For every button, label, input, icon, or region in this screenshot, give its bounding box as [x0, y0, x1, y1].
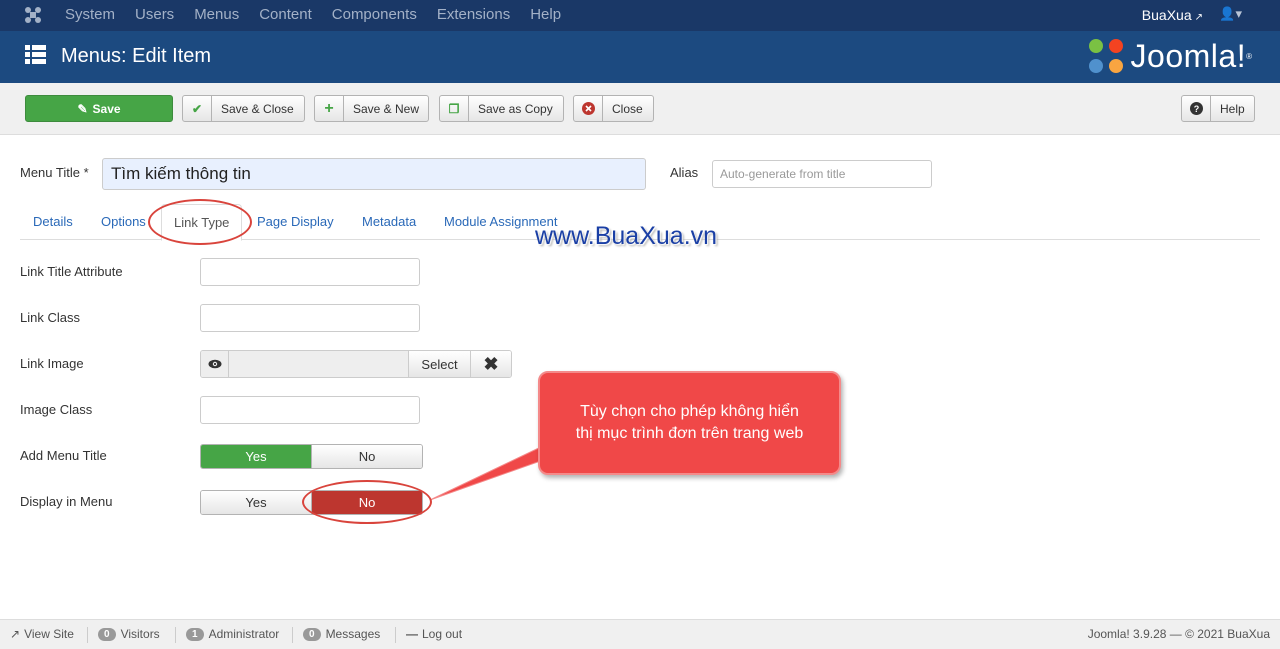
- add-menu-title-no[interactable]: No: [311, 445, 422, 468]
- visitors-item[interactable]: 0 Visitors: [98, 627, 160, 641]
- callout-line-2: thị mục trình đơn trên trang web: [575, 425, 804, 442]
- alias-input[interactable]: Auto-generate from title: [712, 160, 932, 188]
- divider: [395, 627, 396, 643]
- external-link-icon: ↗: [1194, 12, 1203, 23]
- highlight-ring-tab: [148, 199, 252, 245]
- logout-link[interactable]: — Log out: [406, 627, 462, 641]
- callout-box: Tùy chọn cho phép không hiển thị mục trì…: [538, 371, 841, 475]
- menu-menus[interactable]: Menus: [194, 6, 239, 23]
- top-menu: System Users Menus Content Components Ex…: [65, 6, 581, 23]
- save-close-label: Save & Close: [221, 101, 294, 116]
- svg-text:?: ?: [1193, 104, 1199, 114]
- tab-page-display[interactable]: Page Display: [257, 214, 334, 229]
- site-name: BuaXua: [1141, 7, 1192, 23]
- link-class-label: Link Class: [20, 310, 80, 325]
- eye-icon[interactable]: [201, 351, 229, 377]
- joomla-brand: Joomla! ®: [1087, 37, 1252, 75]
- messages-label: Messages: [325, 627, 381, 641]
- add-menu-title-label: Add Menu Title: [20, 448, 107, 463]
- save-close-button[interactable]: ✔ Save & Close: [182, 95, 305, 122]
- add-menu-title-yes[interactable]: Yes: [201, 445, 311, 468]
- tab-options[interactable]: Options: [101, 214, 146, 229]
- watermark: www.BuaXua.vn: [535, 222, 718, 250]
- administrator-item[interactable]: 1 Administrator: [186, 627, 279, 641]
- image-class-label: Image Class: [20, 402, 93, 417]
- brand-name: Joomla!: [1130, 37, 1247, 74]
- messages-item[interactable]: 0 Messages: [303, 627, 380, 641]
- save-new-button[interactable]: + Save & New: [314, 95, 429, 122]
- image-class-input[interactable]: [200, 396, 420, 424]
- question-icon: ?: [1182, 96, 1211, 121]
- plus-icon: +: [315, 96, 344, 121]
- visitors-label: Visitors: [120, 627, 160, 641]
- display-in-menu-yes[interactable]: Yes: [201, 491, 311, 514]
- user-menu-icon[interactable]: 👤▾: [1219, 6, 1242, 22]
- edit-icon: ✎: [77, 101, 88, 116]
- link-title-attribute-input[interactable]: [200, 258, 420, 286]
- save-new-label: Save & New: [352, 101, 420, 116]
- view-site-link[interactable]: ↗ View Site: [10, 627, 74, 641]
- logout-label: Log out: [422, 627, 463, 641]
- link-class-input[interactable]: [200, 304, 420, 332]
- administrator-label: Administrator: [208, 627, 280, 641]
- help-button[interactable]: ? Help: [1181, 95, 1255, 122]
- toolbar: ✎ Save ✔ Save & Close + Save & New ❐ Sav…: [0, 83, 1280, 135]
- menu-content[interactable]: Content: [259, 6, 312, 23]
- menu-components[interactable]: Components: [332, 6, 417, 23]
- select-image-button[interactable]: Select: [409, 351, 471, 377]
- save-copy-label: Save as Copy: [478, 101, 553, 116]
- divider: [175, 627, 176, 643]
- close-circle-icon: [574, 96, 603, 121]
- save-label: Save: [92, 101, 121, 116]
- menu-extensions[interactable]: Extensions: [437, 6, 510, 23]
- joomla-logo-icon[interactable]: [24, 6, 42, 24]
- menu-title-input[interactable]: Tìm kiếm thông tin: [102, 158, 646, 190]
- save-button[interactable]: ✎ Save: [25, 95, 173, 122]
- link-image-label: Link Image: [20, 356, 84, 371]
- callout-line-1: Tùy chọn cho phép không hiển: [580, 403, 799, 420]
- visitors-badge: 0: [98, 627, 116, 641]
- menu-help[interactable]: Help: [530, 6, 561, 23]
- tab-details[interactable]: Details: [33, 214, 73, 229]
- view-site-label: View Site: [24, 627, 74, 641]
- alias-label: Alias: [670, 165, 699, 180]
- link-image-path: [229, 351, 409, 377]
- divider: [292, 627, 293, 643]
- administrator-badge: 1: [186, 627, 204, 641]
- check-icon: ✔: [183, 96, 212, 121]
- link-title-attribute-label: Link Title Attribute: [20, 264, 123, 279]
- top-navbar: System Users Menus Content Components Ex…: [0, 0, 1280, 31]
- close-button[interactable]: Close: [573, 95, 654, 122]
- title-bar: Menus: Edit Item Joomla! ®: [0, 31, 1280, 83]
- messages-badge: 0: [303, 627, 321, 641]
- menu-system[interactable]: System: [65, 6, 115, 23]
- add-menu-title-toggle: Yes No: [200, 444, 423, 469]
- divider: [87, 627, 88, 643]
- tab-metadata[interactable]: Metadata: [362, 214, 416, 229]
- minus-icon: —: [406, 627, 418, 641]
- clear-image-icon[interactable]: ✖: [471, 351, 511, 377]
- status-bar: ↗ View Site 0 Visitors 1 Administrator 0…: [0, 619, 1280, 649]
- copy-icon: ❐: [440, 96, 469, 121]
- help-label: Help: [1220, 101, 1245, 116]
- menu-users[interactable]: Users: [135, 6, 174, 23]
- joomla-brand-icon: [1088, 39, 1123, 73]
- version-info: Joomla! 3.9.28 — © 2021 BuaXua: [1087, 627, 1270, 641]
- link-image-field: Select ✖: [200, 350, 512, 378]
- highlight-ring-no: [302, 480, 432, 524]
- external-link-icon: ↗: [10, 627, 21, 641]
- list-icon: [25, 45, 46, 64]
- registered-mark: ®: [1246, 51, 1252, 61]
- menu-title-label: Menu Title *: [20, 165, 89, 180]
- save-copy-button[interactable]: ❐ Save as Copy: [439, 95, 564, 122]
- site-link[interactable]: BuaXua ↗: [1142, 7, 1203, 23]
- display-in-menu-label: Display in Menu: [20, 494, 113, 509]
- close-label: Close: [612, 101, 643, 116]
- page-title: Menus: Edit Item: [61, 45, 212, 67]
